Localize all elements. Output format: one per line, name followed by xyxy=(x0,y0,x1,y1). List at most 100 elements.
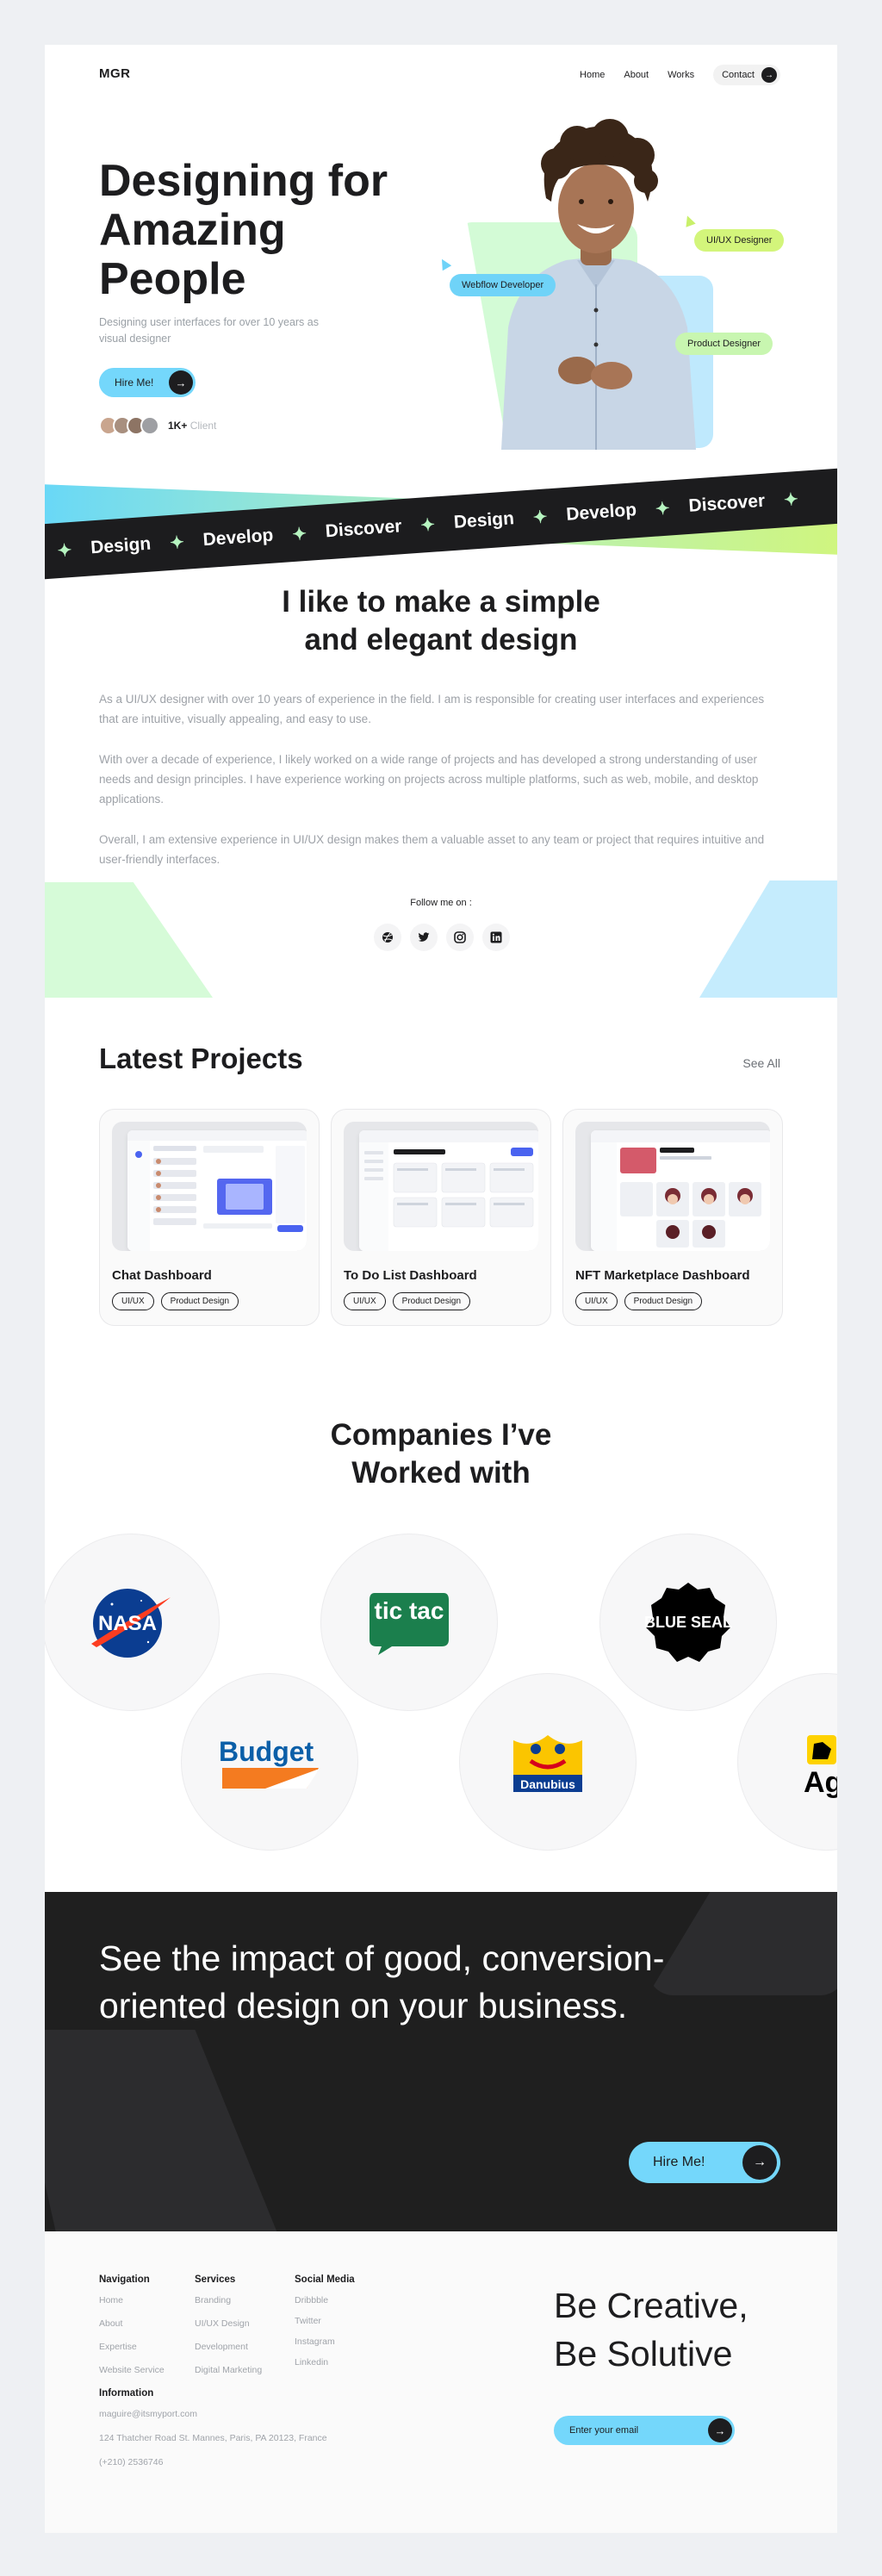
footer-link[interactable]: Linkedin xyxy=(295,2357,355,2368)
company-name: NASA xyxy=(98,1612,157,1635)
twitter-icon[interactable] xyxy=(410,924,438,951)
sparkle-icon: ✦ xyxy=(56,540,73,561)
footer-heading: Services xyxy=(195,2274,236,2285)
hire-me-button[interactable]: Hire Me! → xyxy=(99,368,196,397)
marquee-word: Discover xyxy=(687,490,766,516)
cta-bg-shape xyxy=(45,2030,286,2231)
footer-link[interactable]: Digital Marketing xyxy=(195,2365,262,2375)
tag: Product Design xyxy=(624,1292,703,1310)
sparkle-icon: ✦ xyxy=(291,524,307,544)
arrow-right-icon: → xyxy=(742,2145,777,2180)
marquee-word: Design xyxy=(90,533,152,558)
cta-hire-me-button[interactable]: Hire Me! → xyxy=(629,2142,780,2183)
companies-title: Companies I’ve Worked with xyxy=(330,1418,552,1490)
company-name: Danubius xyxy=(520,1777,575,1791)
arrow-right-icon: → xyxy=(761,67,777,83)
footer-link[interactable]: Branding xyxy=(195,2295,262,2305)
company-logo-danubius: Danubius xyxy=(459,1673,637,1851)
footer-link[interactable]: UI/UX Design xyxy=(195,2318,262,2329)
nav-about[interactable]: About xyxy=(624,70,649,80)
footer-heading: Information xyxy=(99,2388,154,2399)
arrow-right-icon: → xyxy=(169,370,193,395)
project-thumbnail xyxy=(112,1122,307,1251)
marquee-word: Develop xyxy=(202,525,275,551)
project-tags: UI/UX Product Design xyxy=(575,1292,703,1310)
see-all-link[interactable]: See All xyxy=(742,1056,780,1070)
client-count: 1K+ Client xyxy=(168,420,217,432)
about-title: I like to make a simple and elegant desi… xyxy=(282,585,600,656)
dribbble-icon[interactable] xyxy=(374,924,401,951)
client-avatars: 1K+ Client xyxy=(99,416,216,435)
logo[interactable]: MGR xyxy=(99,66,131,81)
instagram-icon[interactable] xyxy=(446,924,474,951)
project-tags: UI/UX Product Design xyxy=(112,1292,239,1310)
footer-link[interactable]: Expertise xyxy=(99,2342,165,2352)
footer-navigation: Navigation Home About Expertise Website … xyxy=(99,2274,165,2388)
footer-address: 124 Thatcher Road St. Mannes, Paris, PA … xyxy=(99,2433,327,2443)
contact-button[interactable]: Contact → xyxy=(713,65,780,85)
footer-heading: Navigation xyxy=(99,2274,150,2285)
footer-link[interactable]: Dribbble xyxy=(295,2295,355,2305)
linkedin-icon[interactable] xyxy=(482,924,510,951)
marquee-band: ver ✦ Design ✦ Develop ✦ Discover ✦ Desi… xyxy=(45,466,837,582)
about-paragraph: With over a decade of experience, I like… xyxy=(99,753,759,806)
footer-link[interactable]: Website Service xyxy=(99,2365,165,2375)
tag-webflow-developer: Webflow Developer xyxy=(450,274,556,296)
sparkle-icon: ✦ xyxy=(419,515,436,536)
tag: Product Design xyxy=(392,1292,471,1310)
company-name: tic tac xyxy=(375,1597,444,1624)
cta-section: See the impact of good, conversion-orien… xyxy=(45,1892,837,2231)
tag: UI/UX xyxy=(575,1292,618,1310)
project-title: NFT Marketplace Dashboard xyxy=(575,1268,750,1283)
footer-link[interactable]: About xyxy=(99,2318,165,2329)
project-thumbnail xyxy=(344,1122,538,1251)
company-name: Budget xyxy=(219,1736,314,1767)
sparkle-icon: ✦ xyxy=(783,489,799,510)
page: MGR Home About Works Contact → Designing… xyxy=(45,45,837,2533)
marquee-word: Design xyxy=(453,508,515,532)
project-card-todo-dashboard[interactable]: To Do List Dashboard UI/UX Product Desig… xyxy=(331,1109,551,1326)
project-card-nft-marketplace[interactable]: NFT Marketplace Dashboard UI/UX Product … xyxy=(562,1109,783,1326)
sparkle-icon: ✦ xyxy=(169,532,185,553)
hero-subtitle: Designing user interfaces for over 10 ye… xyxy=(99,316,319,345)
project-tags: UI/UX Product Design xyxy=(344,1292,471,1310)
project-card-chat-dashboard[interactable]: Chat Dashboard UI/UX Product Design xyxy=(99,1109,320,1326)
tag: UI/UX xyxy=(344,1292,386,1310)
footer-link[interactable]: Twitter xyxy=(295,2316,355,2326)
project-title: To Do List Dashboard xyxy=(344,1268,477,1283)
company-logo-budget: Budget xyxy=(181,1673,358,1851)
company-logo-blue-seal: BLUE SEAL xyxy=(599,1534,777,1711)
footer-services: Services Branding UI/UX Design Developme… xyxy=(195,2274,262,2388)
nav-home[interactable]: Home xyxy=(580,70,605,80)
marquee-word: Develop xyxy=(565,500,637,525)
footer-link[interactable]: Home xyxy=(99,2295,165,2305)
about-paragraph: As a UI/UX designer with over 10 years o… xyxy=(99,693,765,725)
hire-me-label: Hire Me! xyxy=(115,376,154,389)
footer: Navigation Home About Expertise Website … xyxy=(45,2231,837,2533)
contact-label: Contact xyxy=(722,70,755,80)
footer-link[interactable]: Instagram xyxy=(295,2336,355,2347)
company-logo-tictac: tic tac xyxy=(320,1534,498,1711)
cta-title: See the impact of good, conversion-orien… xyxy=(99,1938,665,2025)
newsletter-email-input[interactable]: Enter your email → xyxy=(554,2416,735,2445)
tag-uiux-designer: UI/UX Designer xyxy=(694,229,785,252)
avatar xyxy=(140,416,159,435)
footer-tagline: Be Creative, Be Solutive xyxy=(554,2286,748,2374)
footer-link[interactable]: Development xyxy=(195,2342,262,2352)
sparkle-icon: ✦ xyxy=(532,507,549,528)
tag: UI/UX xyxy=(112,1292,154,1310)
company-name: BLUE SEAL xyxy=(644,1614,732,1631)
top-nav: Home About Works Contact → xyxy=(580,65,780,85)
arrow-right-icon[interactable]: → xyxy=(708,2418,732,2442)
project-title: Chat Dashboard xyxy=(112,1268,212,1283)
nav-works[interactable]: Works xyxy=(668,70,694,80)
tag: Product Design xyxy=(160,1292,239,1310)
follow-label: Follow me on : xyxy=(410,898,472,908)
company-logo-nasa: NASA xyxy=(45,1534,220,1711)
hero-title: Designing for Amazing People xyxy=(99,156,388,304)
project-thumbnail xyxy=(575,1122,770,1251)
company-name: Ag xyxy=(804,1766,837,1799)
sparkle-icon: ✦ xyxy=(655,498,671,520)
social-links xyxy=(374,924,510,951)
footer-email[interactable]: maguire@itsmyport.com xyxy=(99,2409,327,2419)
